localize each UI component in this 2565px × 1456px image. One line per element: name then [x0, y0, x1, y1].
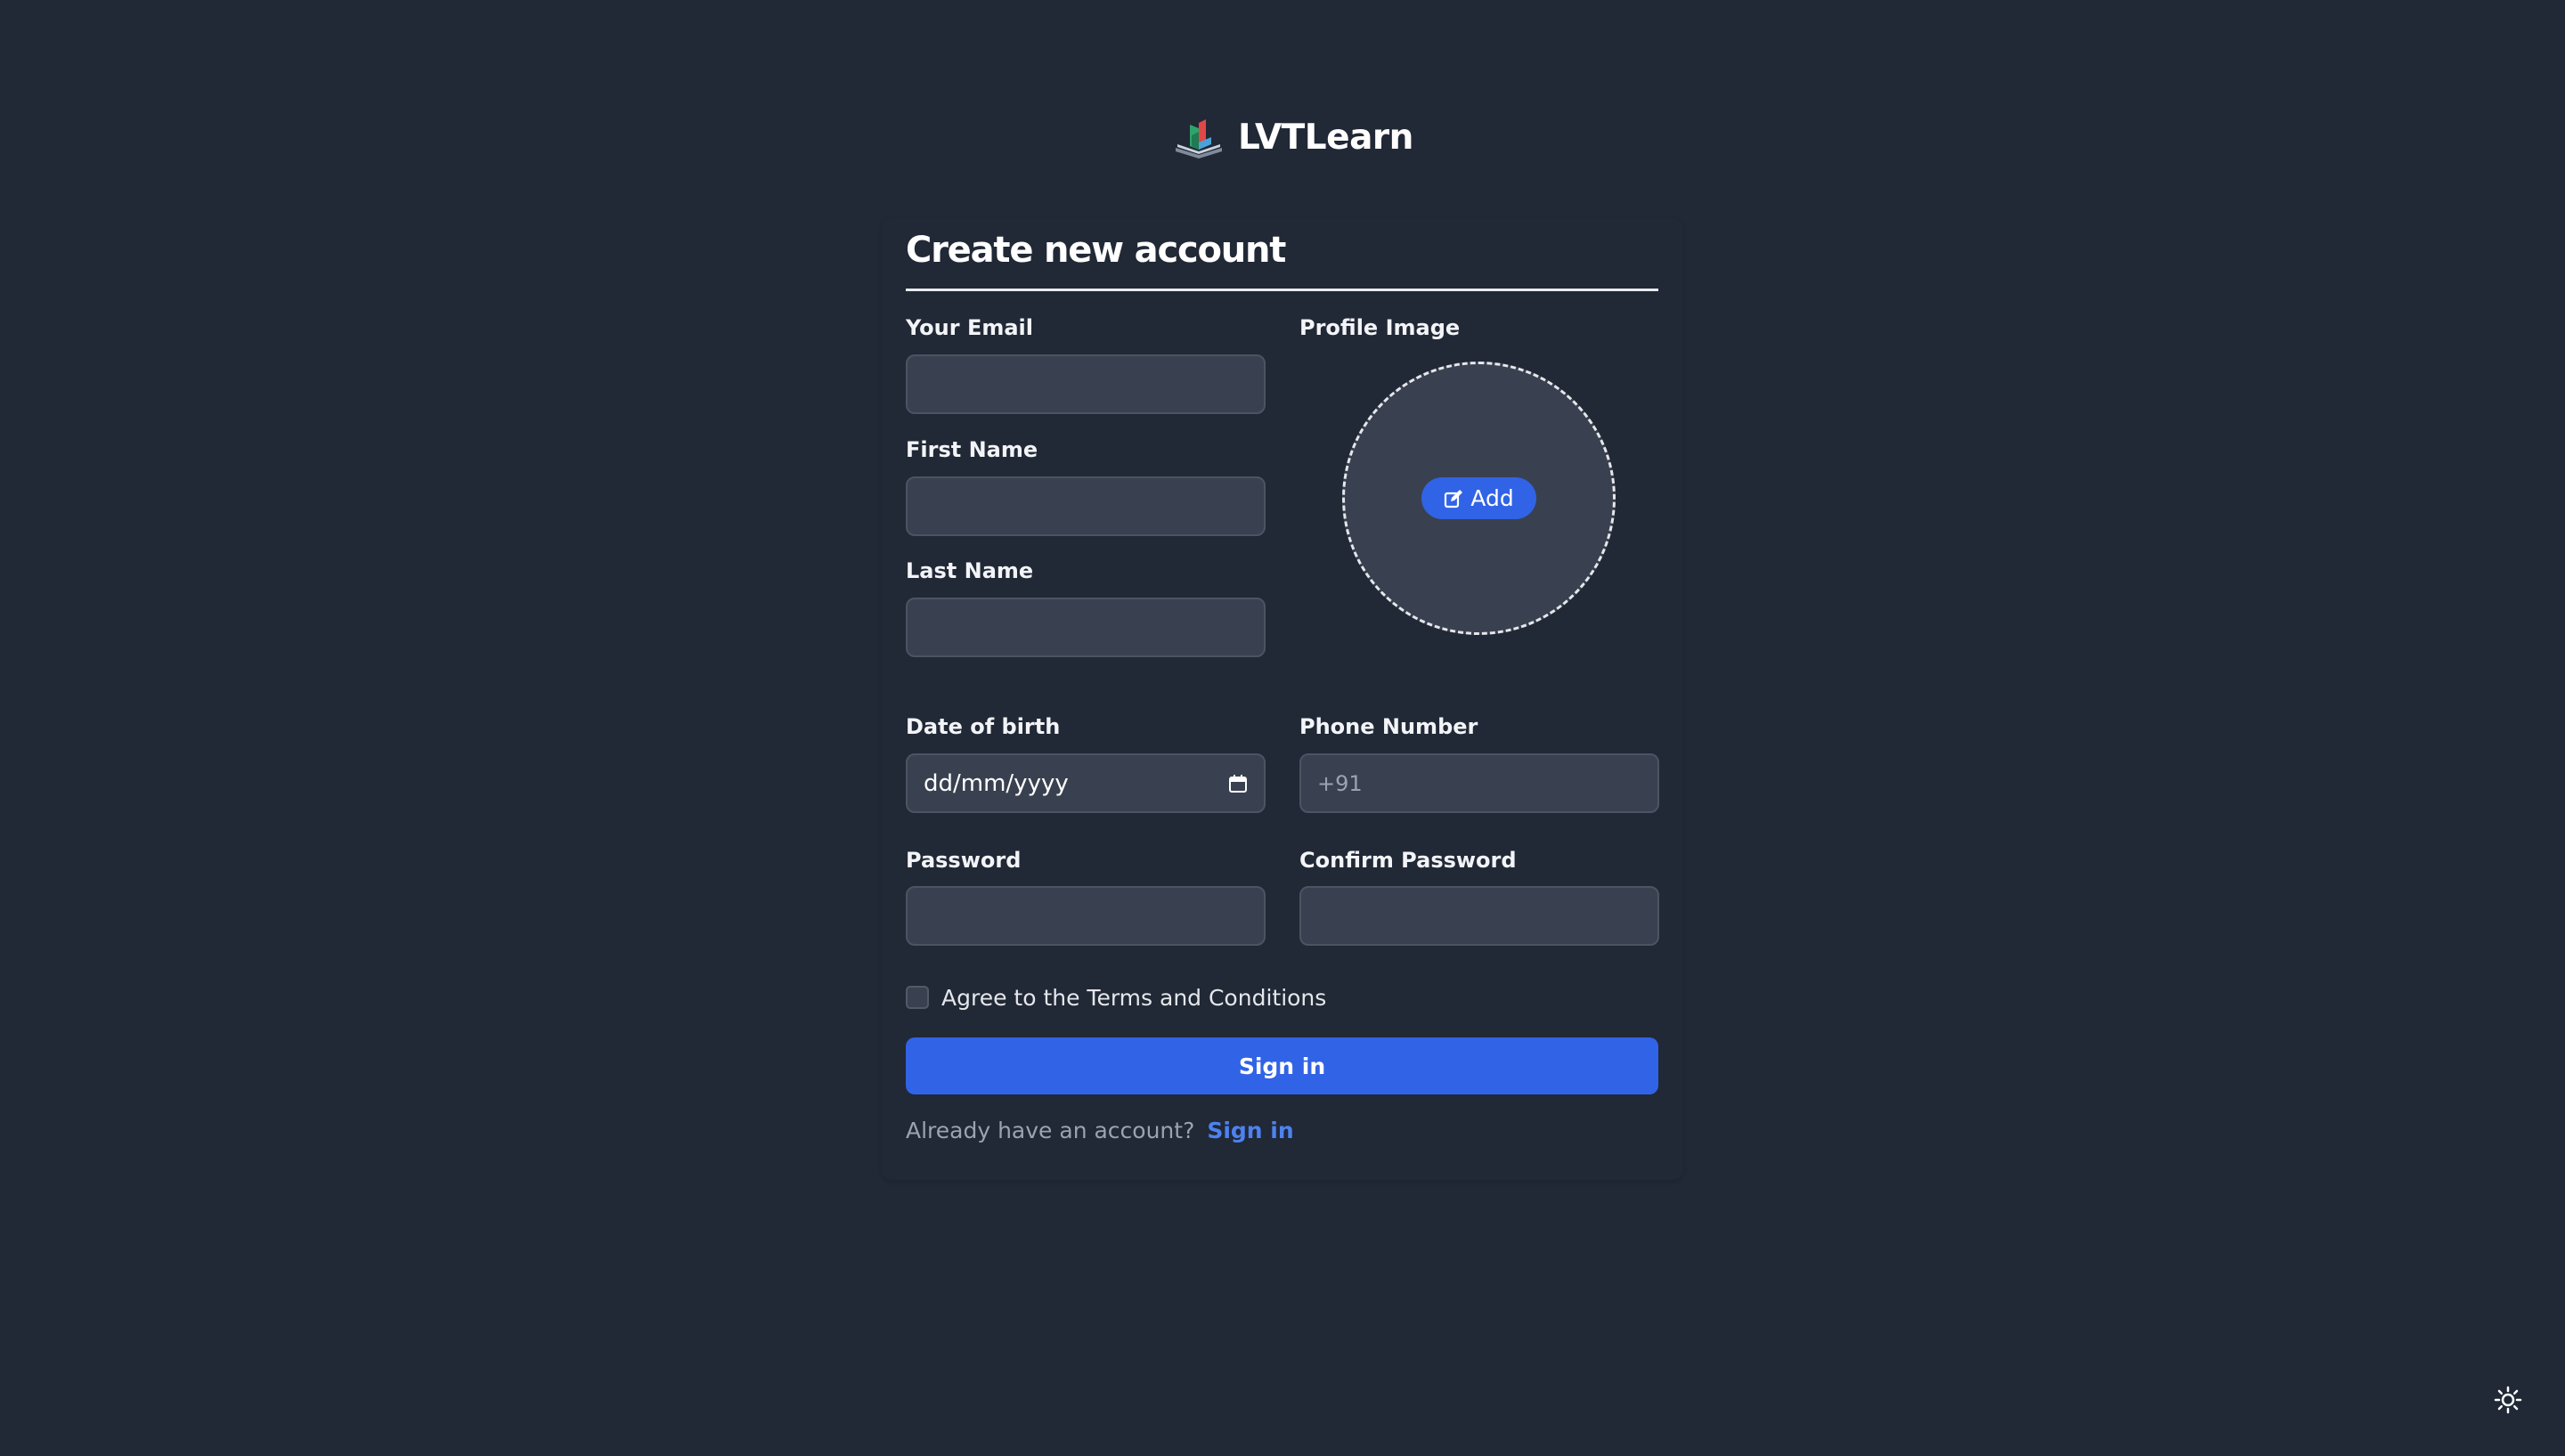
- first-name-label: First Name: [906, 437, 1038, 462]
- existing-account-text: Already have an account?: [906, 1118, 1195, 1143]
- open-book-logo-icon: [1176, 119, 1222, 159]
- phone-number-label: Phone Number: [1299, 714, 1478, 739]
- add-profile-image-button[interactable]: Add: [1421, 477, 1536, 519]
- sign-in-button[interactable]: Sign in: [906, 1037, 1658, 1094]
- terms-row[interactable]: Agree to the Terms and Conditions: [906, 985, 1326, 1011]
- calendar-icon[interactable]: [1228, 774, 1248, 793]
- brand-name: LVTLearn: [1238, 117, 1413, 158]
- brand[interactable]: LVTLearn: [1172, 112, 1413, 162]
- confirm-password-label: Confirm Password: [1299, 848, 1517, 873]
- edit-icon: [1445, 489, 1463, 508]
- title-divider: [906, 289, 1658, 291]
- terms-checkbox[interactable]: [906, 986, 929, 1009]
- password-field[interactable]: [906, 886, 1266, 946]
- email-label: Your Email: [906, 315, 1033, 340]
- terms-label[interactable]: Agree to the Terms and Conditions: [941, 985, 1326, 1011]
- date-placeholder: dd/mm/yyyy: [924, 769, 1069, 797]
- confirm-password-field[interactable]: [1299, 886, 1659, 946]
- last-name-field[interactable]: [906, 598, 1266, 657]
- first-name-field[interactable]: [906, 476, 1266, 536]
- profile-image-label: Profile Image: [1299, 315, 1461, 340]
- date-of-birth-label: Date of birth: [906, 714, 1061, 739]
- sign-in-prompt: Already have an account? Sign in: [906, 1118, 1294, 1143]
- email-field[interactable]: [906, 354, 1266, 414]
- last-name-label: Last Name: [906, 558, 1034, 583]
- date-of-birth-field[interactable]: dd/mm/yyyy: [906, 753, 1266, 813]
- add-button-label: Add: [1470, 485, 1514, 511]
- phone-number-field[interactable]: [1299, 753, 1659, 813]
- page-title: Create new account: [906, 230, 1286, 271]
- sun-icon[interactable]: [2494, 1386, 2522, 1414]
- sign-in-link[interactable]: Sign in: [1207, 1118, 1293, 1143]
- password-label: Password: [906, 848, 1022, 873]
